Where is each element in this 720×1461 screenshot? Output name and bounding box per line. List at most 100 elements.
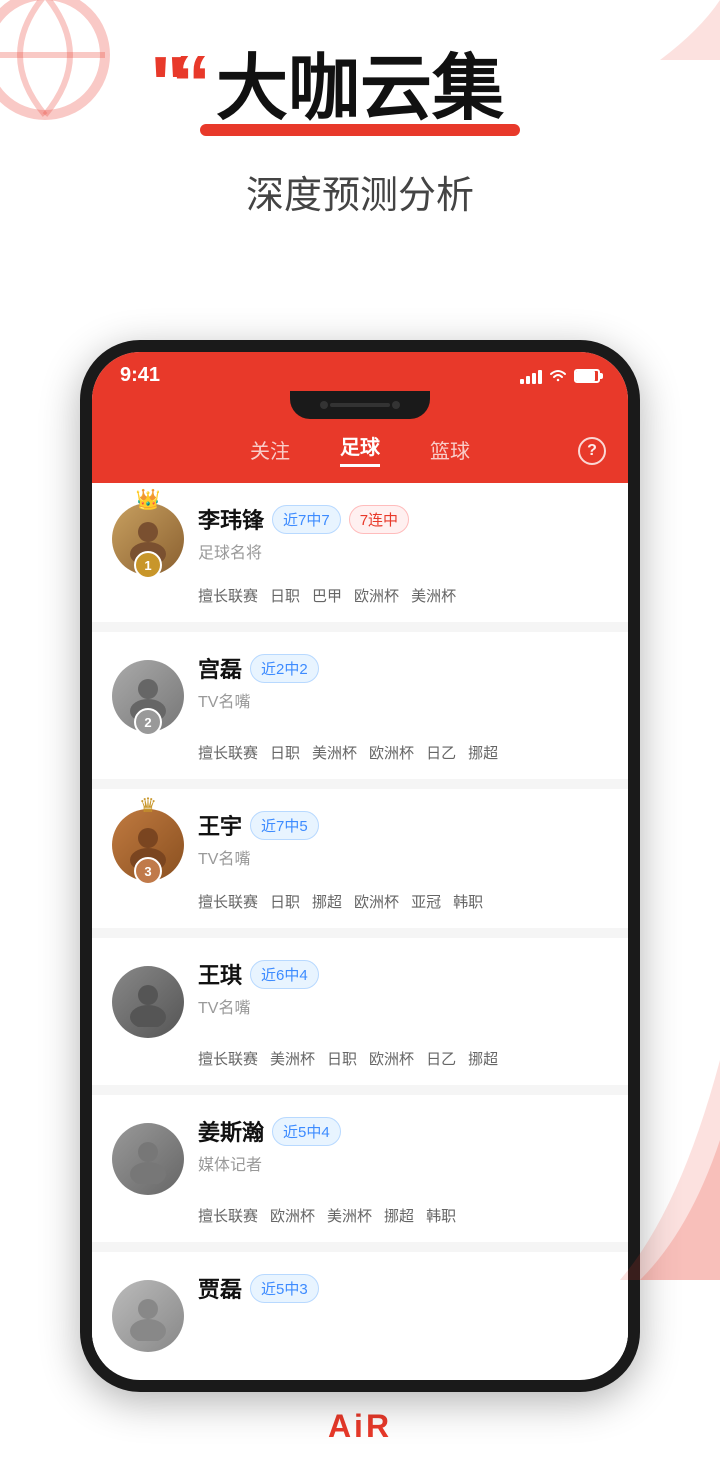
top-right-deco	[640, 0, 720, 60]
avatar-wrapper	[112, 958, 184, 1038]
tag: 挪超	[312, 891, 342, 912]
notch-area	[92, 387, 628, 419]
badge-recent-record: 近6中4	[250, 960, 319, 989]
expert-info: 姜斯瀚 近5中4 媒体记者	[198, 1115, 608, 1175]
hero-subtitle: 深度预测分析	[0, 164, 720, 219]
phone-mockup: 9:41	[80, 340, 640, 1392]
expert-name: 李玮锋	[198, 503, 264, 535]
tag: 欧洲杯	[354, 891, 399, 912]
tab-navigation: 关注 足球 篮球 ?	[92, 419, 628, 483]
expert-title: 媒体记者	[198, 1151, 608, 1175]
crown-icon: 👑	[136, 487, 161, 512]
expert-info: 王琪 近6中4 TV名嘴	[198, 958, 608, 1018]
tag: 美洲杯	[270, 1048, 315, 1069]
avatar-wrapper: 👑 1	[112, 503, 184, 575]
notch	[290, 391, 430, 419]
rank-badge: 3	[134, 857, 162, 885]
phone-wrapper: 9:41	[0, 340, 720, 1392]
tag: 欧洲杯	[270, 1205, 315, 1226]
tag: 巴甲	[312, 585, 342, 606]
avatar-wrapper: ♛ 3	[112, 809, 184, 881]
tag: 擅长联赛	[198, 891, 258, 912]
experts-list: 👑 1 李玮锋 近7中7 7连中	[92, 483, 628, 1370]
expert-title: TV名嘴	[198, 688, 608, 712]
expert-card: 姜斯瀚 近5中4 媒体记者 擅长联赛 欧洲杯 美洲杯 挪超 韩职	[92, 1095, 628, 1242]
hero-section: " 大咖云集 深度预测分析	[0, 0, 720, 320]
tag: 韩职	[453, 891, 483, 912]
expert-card: 王琪 近6中4 TV名嘴 擅长联赛 美洲杯 日职 欧洲杯 日乙 挪超	[92, 938, 628, 1085]
tag: 擅长联赛	[198, 1205, 258, 1226]
expert-card: ♛ 3 王宇 近7中5 TV名嘴	[92, 789, 628, 928]
expert-tags: 擅长联赛 日职 美洲杯 欧洲杯 日乙 挪超	[112, 742, 608, 763]
tag: 日乙	[426, 1048, 456, 1069]
crown-icon: ♛	[139, 793, 157, 818]
expert-tags: 擅长联赛 日职 挪超 欧洲杯 亚冠 韩职	[112, 891, 608, 912]
avatar	[112, 966, 184, 1038]
tab-follow[interactable]: 关注	[250, 435, 290, 464]
signal-icon	[520, 368, 542, 384]
badge-recent-record: 近5中3	[250, 1274, 319, 1303]
tag: 擅长联赛	[198, 585, 258, 606]
notch-sensor	[392, 401, 400, 409]
tag: 擅长联赛	[198, 1048, 258, 1069]
hero-title: 大咖云集	[216, 50, 504, 129]
tag: 挪超	[468, 1048, 498, 1069]
tag: 擅长联赛	[198, 742, 258, 763]
badge-recent-record: 近2中2	[250, 654, 319, 683]
expert-name: 宫磊	[198, 652, 242, 684]
expert-tags: 擅长联赛 日职 巴甲 欧洲杯 美洲杯	[112, 585, 608, 606]
expert-name: 王宇	[198, 809, 242, 841]
avatar-wrapper	[112, 1272, 184, 1352]
expert-name: 贾磊	[198, 1272, 242, 1304]
status-time: 9:41	[120, 364, 160, 387]
tag: 日职	[270, 891, 300, 912]
expert-tags: 擅长联赛 欧洲杯 美洲杯 挪超 韩职	[112, 1205, 608, 1226]
status-icons	[520, 368, 600, 384]
notch-camera	[320, 401, 328, 409]
tag: 挪超	[384, 1205, 414, 1226]
tab-basketball[interactable]: 篮球	[430, 435, 470, 464]
expert-card: 2 宫磊 近2中2 TV名嘴 擅长联赛 日职 美洲杯 欧洲杯 日乙	[92, 632, 628, 779]
status-bar: 9:41	[92, 352, 628, 387]
expert-name: 王琪	[198, 958, 242, 990]
avatar-wrapper: 2	[112, 652, 184, 732]
tag: 美洲杯	[327, 1205, 372, 1226]
battery-icon	[574, 369, 600, 383]
avatar	[112, 1280, 184, 1352]
badge-recent-record: 近7中7	[272, 505, 341, 534]
expert-name: 姜斯瀚	[198, 1115, 264, 1147]
expert-info: 宫磊 近2中2 TV名嘴	[198, 652, 608, 712]
rank-badge: 2	[134, 708, 162, 736]
badge-streak: 7连中	[349, 505, 409, 534]
tag: 欧洲杯	[354, 585, 399, 606]
air-label: AiR	[0, 1392, 720, 1461]
expert-tags: 擅长联赛 美洲杯 日职 欧洲杯 日乙 挪超	[112, 1048, 608, 1069]
tag: 日乙	[426, 742, 456, 763]
expert-info: 王宇 近7中5 TV名嘴	[198, 809, 608, 869]
rank-badge: 1	[134, 551, 162, 579]
tag: 欧洲杯	[369, 1048, 414, 1069]
badge-recent-record: 近7中5	[250, 811, 319, 840]
tag: 日职	[327, 1048, 357, 1069]
expert-title: 足球名将	[198, 539, 608, 563]
expert-card: 👑 1 李玮锋 近7中7 7连中	[92, 483, 628, 622]
notch-speaker	[330, 403, 390, 407]
avatar	[112, 1123, 184, 1195]
wifi-icon	[548, 368, 568, 383]
avatar-wrapper	[112, 1115, 184, 1195]
tag: 美洲杯	[312, 742, 357, 763]
badge-recent-record: 近5中4	[272, 1117, 341, 1146]
expert-title: TV名嘴	[198, 994, 608, 1018]
tag: 日职	[270, 742, 300, 763]
tag: 欧洲杯	[369, 742, 414, 763]
tag: 美洲杯	[411, 585, 456, 606]
expert-title: TV名嘴	[198, 845, 608, 869]
tab-soccer[interactable]: 足球	[340, 431, 380, 467]
tag: 亚冠	[411, 891, 441, 912]
tag: 韩职	[426, 1205, 456, 1226]
tag: 日职	[270, 585, 300, 606]
tag: 挪超	[468, 742, 498, 763]
hero-text-container: " 大咖云集 深度预测分析	[0, 50, 720, 219]
help-button[interactable]: ?	[578, 437, 606, 465]
expert-info: 李玮锋 近7中7 7连中 足球名将	[198, 503, 608, 563]
